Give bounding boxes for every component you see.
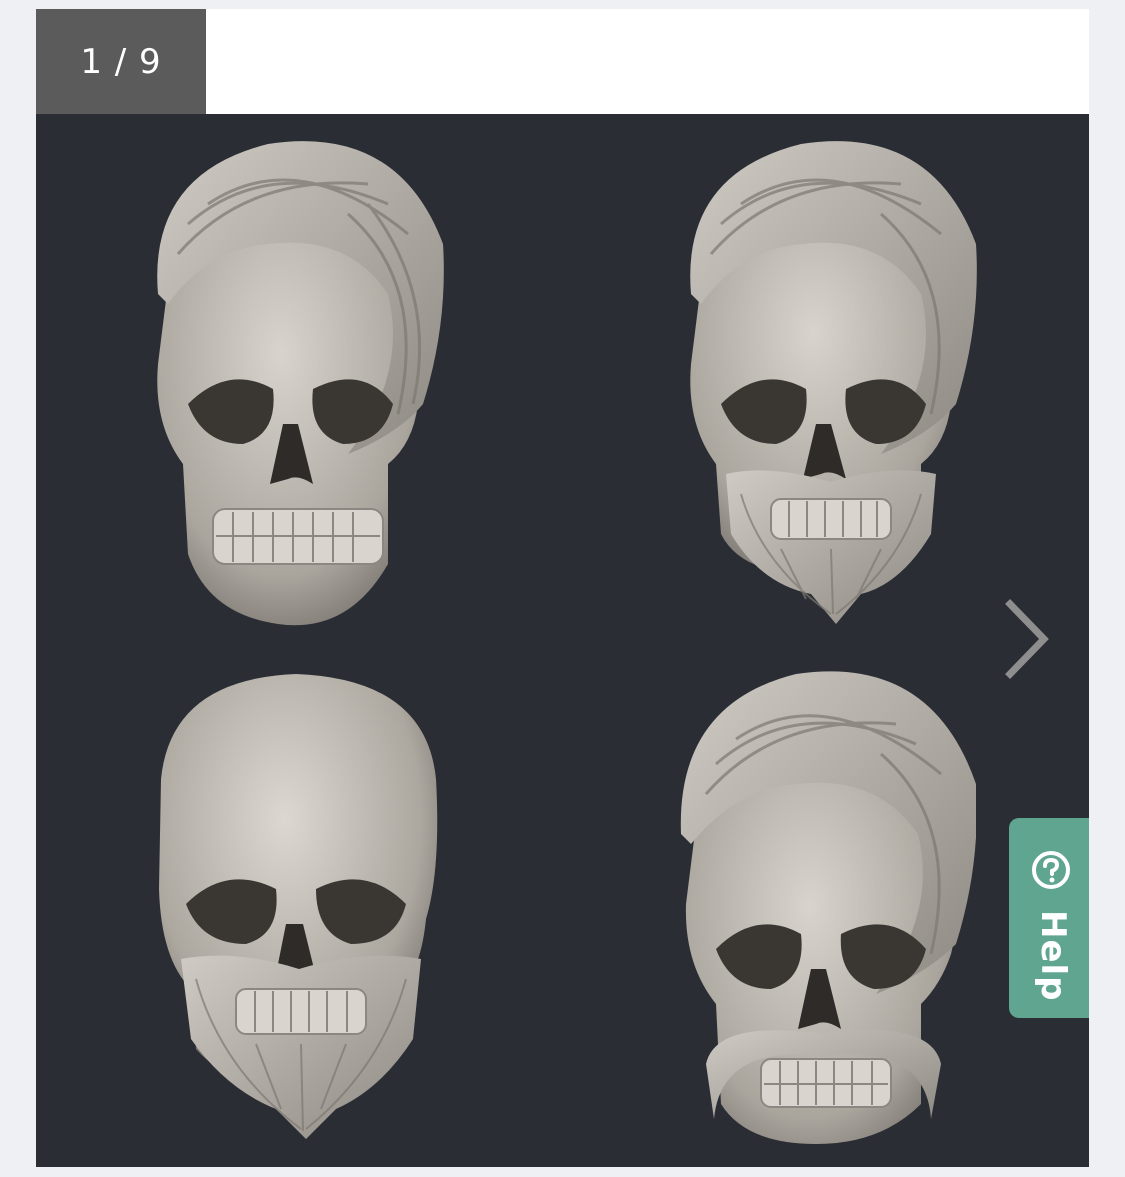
help-label: Help	[1033, 910, 1073, 1002]
gallery-slide[interactable]	[36, 114, 1089, 1167]
question-circle-icon	[1032, 851, 1070, 889]
help-button[interactable]: Help	[1009, 818, 1089, 1018]
skull-with-beard-image	[159, 674, 438, 1139]
skull-with-hair-and-beard-image	[690, 141, 977, 624]
slide-counter: 1 / 9	[36, 9, 206, 114]
skull-with-hair-image	[157, 141, 444, 626]
chevron-right-icon[interactable]	[996, 594, 1056, 684]
gallery-header: 1 / 9	[36, 9, 1089, 114]
image-gallery: 1 / 9	[36, 9, 1089, 1167]
skull-with-hair-and-mustache-image	[680, 671, 976, 1144]
